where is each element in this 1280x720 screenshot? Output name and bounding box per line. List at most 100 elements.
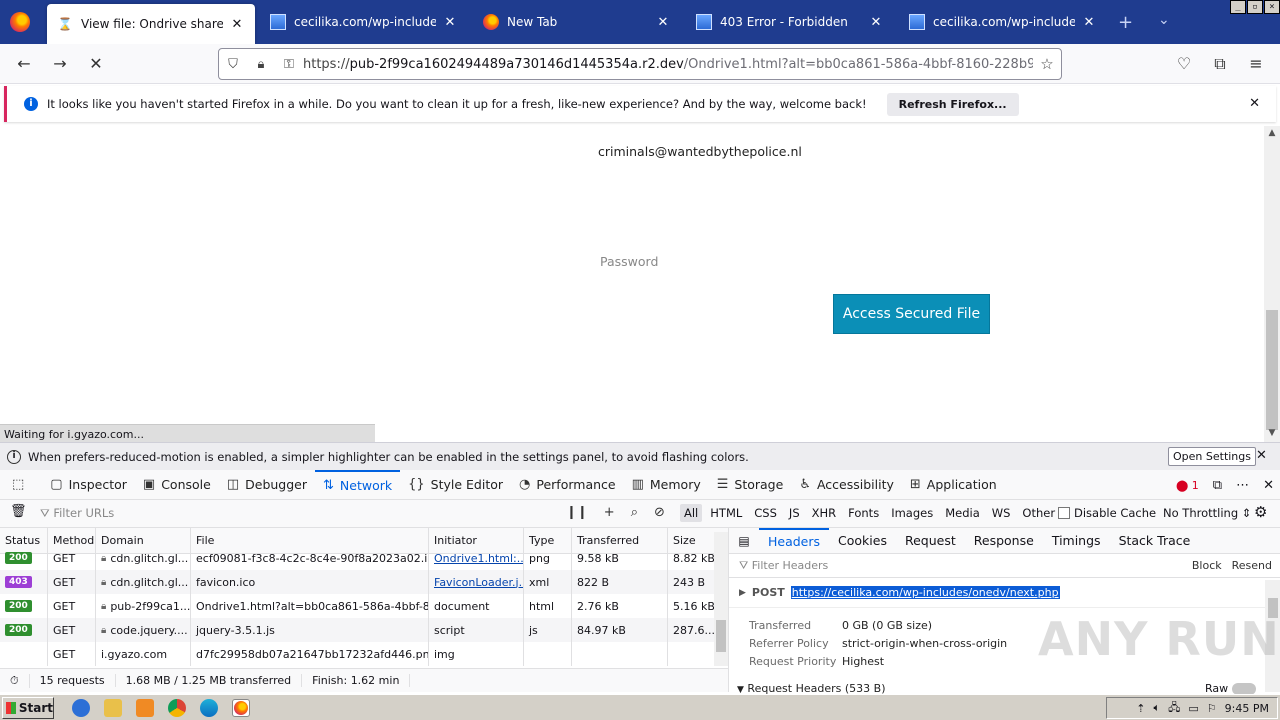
- error-count-badge[interactable]: ⬤ 1: [1176, 479, 1199, 492]
- tab-new-tab[interactable]: New Tab ✕: [473, 4, 681, 40]
- tab-cecilika-1[interactable]: cecilika.com/wp-includes/onedv/ ✕: [260, 4, 468, 40]
- firefox-taskbar-icon[interactable]: [232, 698, 250, 717]
- filter-urls-input[interactable]: ⛛ Filter URLs: [40, 506, 114, 521]
- initiator-cell[interactable]: Ondrive1.html:...: [429, 546, 524, 570]
- permissions-key-icon[interactable]: ⚿: [275, 57, 303, 72]
- hamburger-menu-icon[interactable]: ≡: [1246, 54, 1266, 74]
- tab-accessibility[interactable]: ♿︎ Accessibility: [791, 470, 902, 500]
- gear-icon[interactable]: ⚙: [1254, 503, 1267, 521]
- table-row[interactable]: 403 GET 🔒︎ cdn.glitch.gl... favicon.ico F…: [0, 570, 728, 594]
- minimize-button[interactable]: _: [1230, 0, 1246, 14]
- tab-console[interactable]: ▣ Console: [135, 470, 219, 500]
- page-scrollbar[interactable]: ▲ ▼: [1264, 126, 1280, 442]
- flag-icon[interactable]: ⚐: [1207, 702, 1217, 715]
- filter-xhr[interactable]: XHR: [808, 504, 841, 522]
- filter-js[interactable]: JS: [785, 504, 804, 522]
- scrollbar-thumb[interactable]: [1266, 310, 1278, 430]
- close-tab-icon[interactable]: ✕: [1081, 15, 1097, 30]
- list-tabs-chevron-icon[interactable]: ⌄: [1158, 12, 1170, 28]
- tray-arrow-icon[interactable]: ⇡: [1136, 702, 1145, 715]
- request-table-scrollbar[interactable]: [714, 532, 728, 666]
- pause-icon[interactable]: ❙❙: [566, 505, 588, 520]
- request-url[interactable]: https://cecilika.com/wp-includes/onedv/n…: [790, 586, 1060, 599]
- filter-ws[interactable]: WS: [988, 504, 1015, 522]
- shield-icon[interactable]: ⛉: [219, 57, 247, 72]
- search-icon[interactable]: ⌕: [631, 505, 638, 520]
- tab-timings[interactable]: Timings: [1043, 528, 1110, 554]
- tab-memory[interactable]: ▥ Memory: [624, 470, 709, 500]
- close-tab-icon[interactable]: ✕: [229, 17, 245, 32]
- open-settings-button[interactable]: Open Settings: [1168, 447, 1256, 466]
- tab-request[interactable]: Request: [896, 528, 965, 554]
- table-row[interactable]: 200 GET 🔒︎ code.jquery.... jquery-3.5.1.j…: [0, 618, 728, 642]
- url-text[interactable]: https://pub-2f99ca1602494489a730146d1445…: [303, 57, 1033, 72]
- forward-arrow-icon[interactable]: →: [50, 54, 70, 74]
- expand-triangle-icon[interactable]: ▶: [739, 588, 746, 598]
- url-bar[interactable]: ⛉ 🔒︎ ⚿ https://pub-2f99ca1602494489a7301…: [218, 48, 1062, 80]
- close-notice-icon[interactable]: ✕: [1256, 448, 1267, 463]
- block-button[interactable]: Block: [1192, 559, 1222, 572]
- block-icon[interactable]: ⊘: [654, 505, 665, 520]
- trash-icon[interactable]: 🗑︎: [10, 504, 27, 519]
- start-button[interactable]: Start: [2, 696, 54, 719]
- initiator-link[interactable]: Ondrive1.html:...: [434, 552, 523, 565]
- maximize-button[interactable]: ▫: [1247, 0, 1263, 14]
- tab-storage[interactable]: ☰ Storage: [709, 470, 792, 500]
- close-window-button[interactable]: ×: [1264, 0, 1280, 14]
- edge-icon[interactable]: [200, 698, 218, 717]
- pocket-icon[interactable]: ♡: [1174, 54, 1194, 74]
- password-field[interactable]: Password: [600, 254, 658, 269]
- network-icon[interactable]: 🖧: [1168, 699, 1180, 718]
- tab-inspector[interactable]: ▢ Inspector: [42, 470, 135, 500]
- tab-network[interactable]: ⇅ Network: [315, 469, 401, 500]
- extensions-icon[interactable]: ⧉: [1210, 54, 1230, 74]
- folder-icon[interactable]: [104, 698, 122, 717]
- close-tab-icon[interactable]: ✕: [655, 15, 671, 30]
- tab-response[interactable]: Response: [965, 528, 1043, 554]
- close-tab-icon[interactable]: ✕: [868, 15, 884, 30]
- stop-loading-icon[interactable]: ✕: [86, 54, 106, 74]
- scroll-down-icon[interactable]: ▼: [1264, 428, 1280, 438]
- media-player-icon[interactable]: [136, 698, 154, 717]
- tab-performance[interactable]: ◔ Performance: [511, 470, 624, 500]
- refresh-firefox-button[interactable]: Refresh Firefox...: [886, 92, 1019, 116]
- chrome-icon[interactable]: [168, 698, 186, 717]
- filter-css[interactable]: CSS: [750, 504, 781, 522]
- volume-icon[interactable]: 🔈︎: [1154, 701, 1161, 715]
- throttling-select[interactable]: No Throttling ⇕: [1163, 506, 1251, 520]
- disable-cache-checkbox[interactable]: [1058, 507, 1070, 519]
- bookmark-star-icon[interactable]: ☆: [1033, 55, 1061, 73]
- tab-view-file[interactable]: ⌛ View file: Ondrive share ✕: [47, 4, 255, 44]
- tab-cecilika-2[interactable]: cecilika.com/wp-includes/onedv/ ✕: [899, 4, 1107, 40]
- filter-images[interactable]: Images: [887, 504, 937, 522]
- tab-headers[interactable]: Headers: [759, 527, 830, 554]
- resend-button[interactable]: Resend: [1232, 559, 1272, 572]
- tab-403-error[interactable]: 403 Error - Forbidden ✕: [686, 4, 894, 40]
- toggle-panel-icon[interactable]: ▤: [729, 534, 759, 548]
- table-row[interactable]: GET i.gyazo.com d7fc29958db07a21647bb172…: [0, 642, 728, 666]
- new-tab-plus-icon[interactable]: +: [1118, 12, 1133, 33]
- raw-switch[interactable]: [1232, 682, 1257, 695]
- filter-other[interactable]: Other: [1018, 504, 1059, 522]
- back-arrow-icon[interactable]: ←: [14, 54, 34, 74]
- request-summary-line[interactable]: ▶ POST https://cecilika.com/wp-includes/…: [729, 578, 1280, 608]
- tab-cookies[interactable]: Cookies: [829, 528, 896, 554]
- table-row[interactable]: 200 GET 🔒︎ cdn.glitch.gl... ecf09081-f3c8…: [0, 546, 728, 570]
- firefox-icon[interactable]: [10, 12, 30, 32]
- tab-application[interactable]: ⊞ Application: [902, 470, 1005, 500]
- filter-html[interactable]: HTML: [706, 504, 746, 522]
- table-row[interactable]: 200 GET 🔒︎ pub-2f99ca1... Ondrive1.html?a…: [0, 594, 728, 618]
- initiator-cell[interactable]: FaviconLoader.j...: [429, 570, 524, 594]
- internet-explorer-icon[interactable]: [72, 698, 90, 717]
- close-notification-icon[interactable]: ✕: [1249, 96, 1260, 111]
- tab-stack-trace[interactable]: Stack Trace: [1110, 528, 1200, 554]
- filter-media[interactable]: Media: [941, 504, 984, 522]
- access-secured-file-button[interactable]: Access Secured File: [833, 294, 990, 334]
- filter-fonts[interactable]: Fonts: [844, 504, 883, 522]
- lock-icon[interactable]: 🔒︎: [247, 57, 275, 72]
- tab-debugger[interactable]: ◫ Debugger: [219, 470, 315, 500]
- initiator-link[interactable]: FaviconLoader.j...: [434, 576, 523, 589]
- filter-headers-input[interactable]: ⛛ Filter Headers Block Resend: [729, 554, 1280, 578]
- filter-all[interactable]: All: [680, 504, 703, 522]
- more-options-icon[interactable]: ⋯: [1236, 478, 1249, 493]
